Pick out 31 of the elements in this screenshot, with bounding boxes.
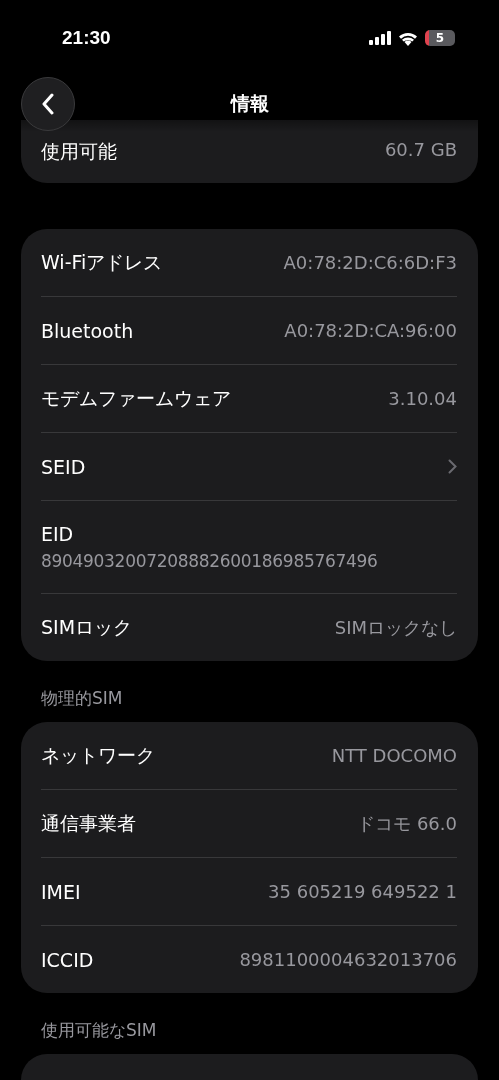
section-header: 使用可能なSIM	[41, 1019, 158, 1042]
row-value: 89049032007208882600186985767496	[41, 551, 378, 571]
row-label: ICCID	[41, 948, 94, 971]
back-button[interactable]	[21, 77, 75, 131]
row-value: 35 605219 649522 1	[268, 881, 457, 902]
row-value: 60.7 GB	[384, 139, 457, 160]
row-label: IMEI	[41, 880, 81, 903]
row-label: SIMロック	[41, 614, 133, 640]
row-label: 通信事業者	[41, 810, 136, 836]
row-value: 8981100004632013706	[239, 949, 457, 970]
row-value: SIMロックなし	[334, 615, 457, 640]
wifi-icon	[398, 30, 418, 46]
page-title: 情報	[230, 91, 269, 116]
status-time: 21:30	[62, 27, 111, 49]
row-label: EID	[41, 523, 74, 545]
battery-indicator: 5	[425, 30, 455, 46]
row-label: モデムファームウェア	[41, 385, 231, 411]
section-header: 物理的SIM	[41, 687, 124, 710]
row-label: Bluetooth	[41, 319, 134, 342]
row-label: 使用可能	[41, 139, 117, 164]
row-value: A0:78:2D:CA:96:00	[284, 320, 457, 341]
row-label: Wi-Fiアドレス	[41, 249, 163, 275]
row-value: NTT DOCOMO	[331, 745, 457, 766]
chevron-icon[interactable]	[448, 459, 457, 474]
row-label: ネットワーク	[41, 742, 155, 768]
row-label[interactable]: SEID	[41, 455, 86, 478]
signal-icon	[369, 31, 391, 45]
back-icon	[41, 93, 55, 115]
row-value: ドコモ 66.0	[357, 811, 457, 836]
row-value: A0:78:2D:C6:6D:F3	[283, 252, 457, 273]
row-value: 3.10.04	[388, 388, 457, 409]
